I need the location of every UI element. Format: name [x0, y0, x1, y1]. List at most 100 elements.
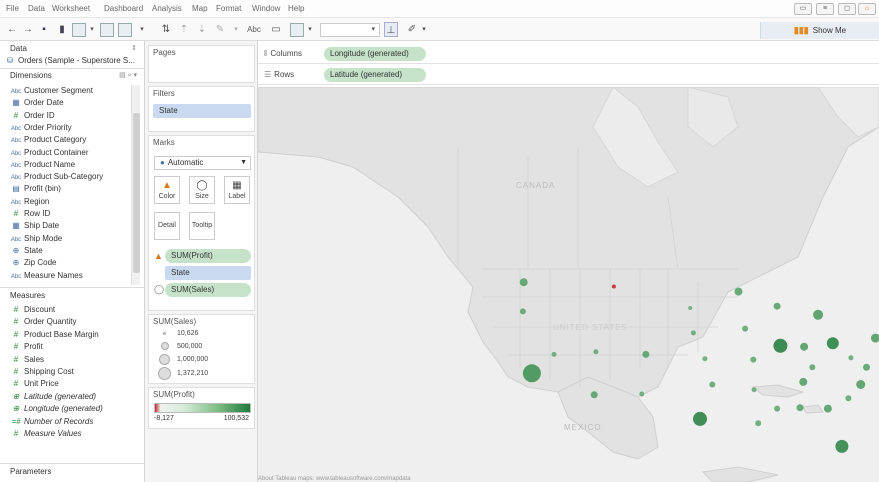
- measure-field[interactable]: # Measure Values: [10, 428, 82, 439]
- window-list-icon[interactable]: ≡: [816, 3, 834, 15]
- dimension-field[interactable]: Abc Product Category: [10, 134, 86, 145]
- dimension-field[interactable]: Abc Ship Mode: [10, 233, 62, 244]
- filters-card[interactable]: Filters State: [148, 86, 255, 132]
- dimension-field[interactable]: Abc Order Priority: [10, 122, 72, 133]
- state-mark[interactable]: [871, 333, 879, 343]
- datasource-item[interactable]: ⛁ Orders (Sample - Superstore S...: [4, 55, 140, 66]
- menu-window[interactable]: Window: [252, 4, 280, 13]
- window-restore-icon[interactable]: ◻: [838, 3, 856, 15]
- highlight-dropdown-icon[interactable]: ▾: [232, 22, 240, 37]
- color-button[interactable]: ▲ Color: [154, 176, 180, 204]
- state-mark[interactable]: [774, 405, 781, 412]
- fit-select[interactable]: ▾: [320, 23, 380, 37]
- state-mark[interactable]: [848, 355, 854, 361]
- detail-button[interactable]: Detail: [154, 212, 180, 240]
- label-button[interactable]: ▦ Label: [224, 176, 250, 204]
- map-footer[interactable]: About Tableau maps: www.tableausoftware.…: [258, 476, 411, 482]
- mark-pill-state[interactable]: State: [165, 266, 251, 280]
- clear-sheet-icon[interactable]: [118, 23, 132, 37]
- dimensions-scrollbar[interactable]: [131, 85, 140, 285]
- state-mark[interactable]: [709, 381, 716, 388]
- measure-field[interactable]: # Order Quantity: [10, 316, 77, 327]
- state-mark[interactable]: [551, 351, 557, 357]
- state-mark[interactable]: [734, 287, 743, 296]
- back-icon[interactable]: ←: [6, 22, 18, 37]
- state-mark[interactable]: [688, 306, 693, 310]
- measure-field[interactable]: # Unit Price: [10, 378, 59, 389]
- dimensions-tools-icon[interactable]: ▤ ⌕ ▾: [119, 70, 137, 81]
- dimension-field[interactable]: ⊕ State: [10, 245, 43, 256]
- window-home-icon[interactable]: ⌂: [858, 3, 876, 15]
- pages-card[interactable]: Pages: [148, 45, 255, 83]
- measure-field[interactable]: # Discount: [10, 304, 55, 315]
- fix-axes-icon[interactable]: ⊥: [384, 22, 398, 37]
- dimension-field[interactable]: Abc Measure Names: [10, 270, 83, 281]
- state-mark[interactable]: [642, 350, 650, 358]
- state-mark[interactable]: [522, 364, 541, 383]
- state-mark[interactable]: [835, 439, 849, 453]
- datasource-icon[interactable]: ▮: [56, 22, 68, 37]
- show-labels-button[interactable]: Abc: [244, 22, 264, 37]
- window-layout-icon[interactable]: ▭: [794, 3, 812, 15]
- sort-ascending-icon[interactable]: ⇡: [178, 22, 190, 37]
- dimension-field[interactable]: Abc Product Sub-Category: [10, 171, 103, 182]
- state-mark[interactable]: [755, 420, 762, 427]
- dimension-field[interactable]: ▤ Profit (bin): [10, 183, 61, 194]
- state-mark[interactable]: [751, 387, 757, 393]
- new-sheet-dropdown-icon[interactable]: ▾: [88, 22, 96, 37]
- state-mark[interactable]: [773, 302, 781, 310]
- dimension-field[interactable]: Abc Product Container: [10, 147, 89, 158]
- state-mark[interactable]: [845, 395, 852, 402]
- state-mark[interactable]: [690, 330, 696, 336]
- measure-field[interactable]: # Product Base Margin: [10, 329, 99, 340]
- clear-dropdown-icon[interactable]: ▾: [138, 22, 146, 37]
- new-sheet-icon[interactable]: [72, 23, 86, 37]
- measure-field[interactable]: # Sales: [10, 354, 44, 365]
- rows-pill[interactable]: Latitude (generated): [324, 68, 426, 82]
- dimension-field[interactable]: # Row ID: [10, 208, 50, 219]
- state-mark[interactable]: [611, 284, 616, 289]
- state-mark[interactable]: [809, 364, 816, 371]
- measure-field[interactable]: # Shipping Cost: [10, 366, 74, 377]
- state-mark[interactable]: [796, 404, 804, 412]
- state-mark[interactable]: [590, 391, 598, 399]
- fit-icon[interactable]: [290, 23, 304, 37]
- state-mark[interactable]: [750, 356, 757, 363]
- tooltip-button[interactable]: Tooltip: [189, 212, 215, 240]
- state-mark[interactable]: [826, 337, 839, 350]
- menu-map[interactable]: Map: [192, 4, 208, 13]
- state-mark[interactable]: [519, 308, 526, 315]
- presentation-icon[interactable]: ▭: [270, 22, 282, 37]
- columns-pill[interactable]: Longitude (generated): [324, 47, 426, 61]
- state-mark[interactable]: [693, 411, 707, 426]
- dimension-field[interactable]: ⊕ Zip Code: [10, 257, 57, 268]
- show-me-button[interactable]: ▮▮▮ Show Me: [760, 22, 879, 39]
- dimension-field[interactable]: ▦ Order Date: [10, 97, 63, 108]
- state-mark[interactable]: [702, 356, 708, 362]
- state-mark[interactable]: [773, 338, 788, 353]
- state-mark[interactable]: [863, 363, 870, 371]
- dimension-field[interactable]: # Order ID: [10, 110, 55, 121]
- fit-dropdown-icon[interactable]: ▾: [306, 22, 314, 37]
- filter-pill-state[interactable]: State: [153, 104, 251, 118]
- highlight-icon[interactable]: ✎: [214, 22, 226, 37]
- forward-icon[interactable]: →: [22, 22, 34, 37]
- menu-worksheet[interactable]: Worksheet: [52, 4, 90, 13]
- measure-field[interactable]: # Profit: [10, 341, 43, 352]
- menu-format[interactable]: Format: [216, 4, 241, 13]
- state-mark[interactable]: [639, 391, 645, 397]
- menu-help[interactable]: Help: [288, 4, 304, 13]
- map-view[interactable]: CANADA UNITED STATES MEXICO About Tablea…: [258, 87, 879, 482]
- mark-pill-sales[interactable]: SUM(Sales): [165, 283, 251, 297]
- state-mark[interactable]: [813, 309, 824, 320]
- menu-data[interactable]: Data: [28, 4, 45, 13]
- pen-icon[interactable]: ✐: [406, 22, 418, 37]
- pen-dropdown-icon[interactable]: ▾: [420, 22, 428, 37]
- state-mark[interactable]: [799, 377, 808, 386]
- menu-analysis[interactable]: Analysis: [152, 4, 182, 13]
- dimension-field[interactable]: Abc Product Name: [10, 159, 75, 170]
- measure-field[interactable]: ⊕ Longitude (generated): [10, 403, 103, 414]
- scroll-thumb[interactable]: [133, 113, 140, 273]
- collapse-icon[interactable]: ⇕: [131, 43, 137, 54]
- state-mark[interactable]: [593, 349, 599, 355]
